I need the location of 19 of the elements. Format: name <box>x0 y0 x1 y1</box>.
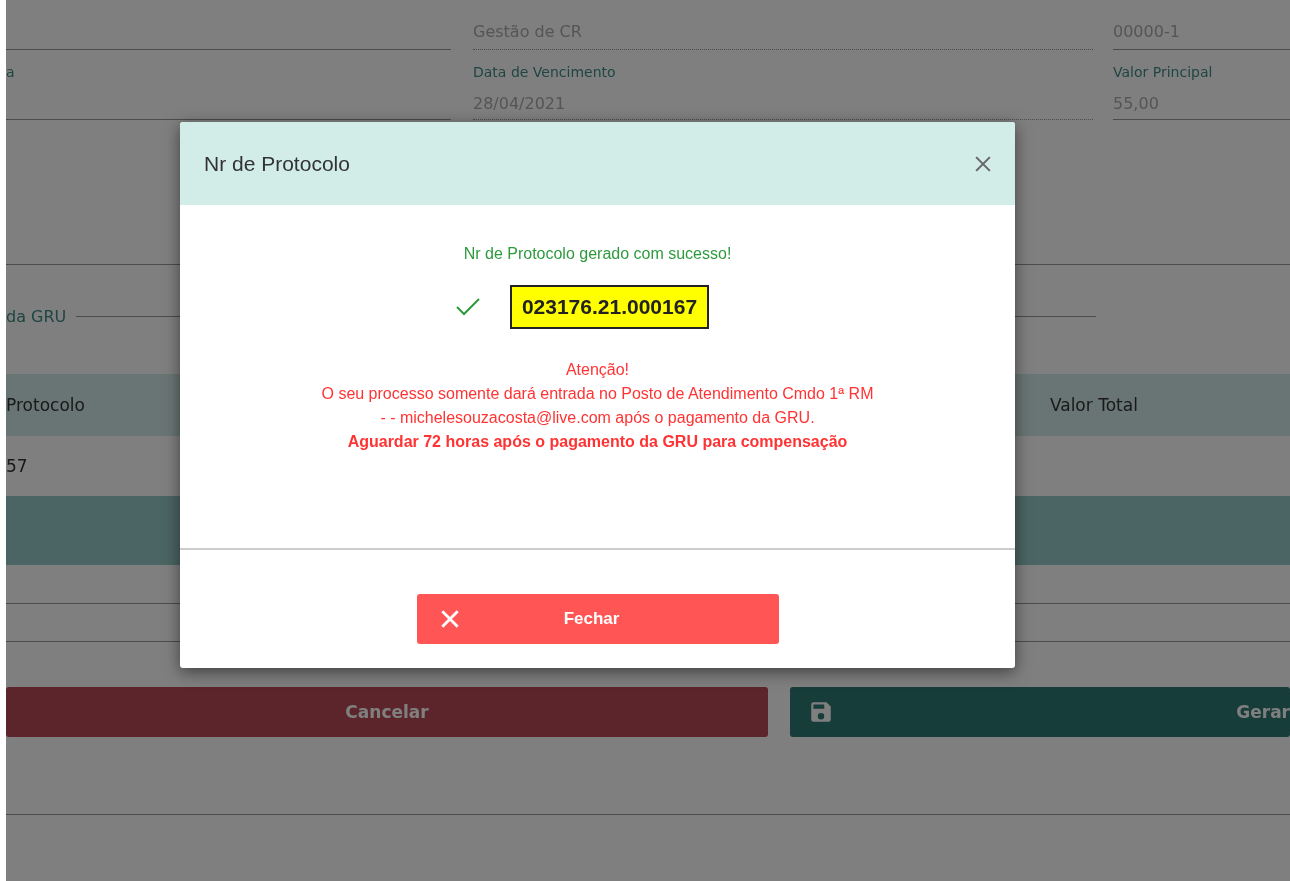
generate-button[interactable]: Gerar <box>790 687 1290 737</box>
section-legend: da GRU <box>6 307 67 326</box>
checkmark-icon <box>455 298 480 316</box>
protocol-number: 023176.21.000167 <box>509 285 710 329</box>
warning-text: Aguardar 72 horas após o pagamento da GRU para compensação <box>347 433 848 451</box>
cancel-button[interactable]: Cancelar <box>6 687 768 737</box>
field-label: Data de Vencimento <box>473 64 617 80</box>
close-icon <box>440 610 459 628</box>
field-label: Valor Principal <box>1113 64 1214 80</box>
success-message: Nr de Protocolo gerado com sucesso! <box>463 245 732 263</box>
warning-text: O seu processo somente dará entrada no Posto de Atendimento Cmdo 1ª RM <box>321 385 874 403</box>
dialog-title: Nr de Protocolo <box>204 151 350 176</box>
close-dialog-button[interactable]: Fechar <box>416 594 779 644</box>
table-cell: 57 <box>6 456 28 476</box>
column-header: Protocolo <box>6 395 85 415</box>
warning-text: - - michelesouzacosta@live.com após o pagamento da GRU. <box>380 409 815 427</box>
warning-text: Atenção! <box>565 361 630 379</box>
field-label: a <box>6 64 16 80</box>
column-header: Valor Total <box>1049 395 1138 415</box>
